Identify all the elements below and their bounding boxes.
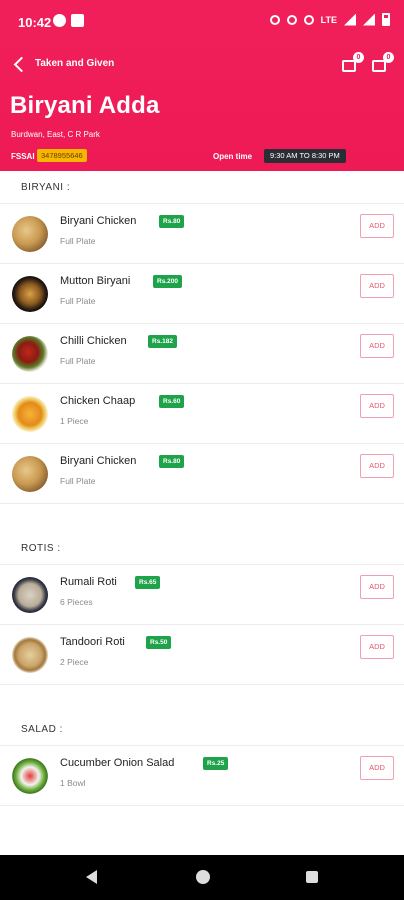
nav-recents-icon[interactable] xyxy=(306,871,318,883)
nav-home-icon[interactable] xyxy=(196,870,210,884)
rumali-roti-image xyxy=(12,577,48,613)
tandoori-roti-image xyxy=(12,637,48,673)
signal-icon xyxy=(344,13,356,26)
fssai-badge: 3478955646 xyxy=(37,149,87,162)
wifi-call-icon xyxy=(286,14,297,25)
chat-icon[interactable]: 0 xyxy=(342,52,364,72)
item-description: Full Plate xyxy=(60,296,96,306)
restaurant-name: Biryani Adda xyxy=(10,92,160,119)
menu-item: Rumali Roti Rs.65 6 Pieces ADD xyxy=(0,565,404,625)
chat-badge: 0 xyxy=(353,52,364,63)
menu-item: Biryani Chicken Rs.80 Full Plate ADD xyxy=(0,204,404,264)
network-type: LTE xyxy=(320,14,337,25)
item-name: Biryani Chicken xyxy=(60,215,137,227)
item-name: Chilli Chicken xyxy=(60,335,127,347)
battery-icon xyxy=(382,13,390,26)
price-badge: Rs.80 xyxy=(159,215,185,228)
item-description: Full Plate xyxy=(60,356,96,366)
chicken-chaap-image xyxy=(12,396,48,432)
menu-item: Mutton Biryani Rs.200 Full Plate ADD xyxy=(0,264,404,324)
nav-back-icon[interactable] xyxy=(86,870,97,884)
add-button[interactable]: ADD xyxy=(360,334,394,358)
menu-item: Biryani Chicken Rs.80 Full Plate ADD xyxy=(0,444,404,504)
item-description: Full Plate xyxy=(60,236,96,246)
salad-image xyxy=(12,758,48,794)
item-name: Mutton Biryani xyxy=(60,275,131,287)
open-time-label: Open time xyxy=(213,152,253,161)
nav-title: Taken and Given xyxy=(35,58,115,69)
add-button[interactable]: ADD xyxy=(360,274,394,298)
mutton-biryani-image xyxy=(12,276,48,312)
price-badge: Rs.65 xyxy=(135,576,161,589)
status-time: 10:42 xyxy=(18,15,52,30)
fssai-label: FSSAI xyxy=(11,152,35,161)
add-button[interactable]: ADD xyxy=(360,454,394,478)
system-nav-bar xyxy=(0,855,404,900)
message-icon xyxy=(71,14,84,27)
open-time-badge: 9:30 AM TO 8:30 PM xyxy=(264,149,346,163)
system-icons: LTE xyxy=(269,13,390,26)
item-description: Full Plate xyxy=(60,476,96,486)
menu-item: Cucumber Onion Salad Rs.25 1 Bowl ADD xyxy=(0,746,404,806)
item-name: Tandoori Roti xyxy=(60,636,125,648)
add-button[interactable]: ADD xyxy=(360,635,394,659)
add-button[interactable]: ADD xyxy=(360,394,394,418)
signal-icon-2 xyxy=(363,13,375,26)
add-button[interactable]: ADD xyxy=(360,214,394,238)
phone-icon xyxy=(53,14,66,27)
price-badge: Rs.25 xyxy=(203,757,229,770)
section-title: ROTIS : xyxy=(0,532,404,565)
menu-item: Tandoori Roti Rs.50 2 Piece ADD xyxy=(0,625,404,685)
notification-icons xyxy=(53,14,84,27)
hotspot-icon xyxy=(303,14,314,25)
price-badge: Rs.50 xyxy=(146,636,172,649)
item-name: Chicken Chaap xyxy=(60,395,136,407)
item-name: Rumali Roti xyxy=(60,576,117,588)
section-title: SALAD : xyxy=(0,713,404,746)
biryani-chicken-image xyxy=(12,456,48,492)
price-badge: Rs.60 xyxy=(159,395,185,408)
chilli-chicken-image xyxy=(12,336,48,372)
cart-badge: 0 xyxy=(383,52,394,63)
section-title: BIRYANI : xyxy=(0,171,404,204)
back-arrow-icon[interactable] xyxy=(12,56,28,74)
status-bar: 10:42 LTE xyxy=(0,0,404,44)
item-name: Biryani Chicken xyxy=(60,455,137,467)
item-description: 2 Piece xyxy=(60,657,89,667)
add-button[interactable]: ADD xyxy=(360,756,394,780)
price-badge: Rs.80 xyxy=(159,455,185,468)
menu-item: Chilli Chicken Rs.182 Full Plate ADD xyxy=(0,324,404,384)
item-description: 6 Pieces xyxy=(60,597,93,607)
price-badge: Rs.200 xyxy=(153,275,182,288)
menu-item: Chicken Chaap Rs.60 1 Piece ADD xyxy=(0,384,404,444)
item-description: 1 Bowl xyxy=(60,778,86,788)
price-badge: Rs.182 xyxy=(148,335,177,348)
item-description: 1 Piece xyxy=(60,416,89,426)
bluetooth-icon xyxy=(269,14,280,25)
restaurant-header: 10:42 LTE Taken and Given 0 0 Biryani Ad… xyxy=(0,0,404,171)
add-button[interactable]: ADD xyxy=(360,575,394,599)
biryani-chicken-image xyxy=(12,216,48,252)
item-name: Cucumber Onion Salad xyxy=(60,757,175,769)
cart-icon[interactable]: 0 xyxy=(372,52,394,72)
restaurant-address: Burdwan, East, C R Park xyxy=(11,130,100,139)
menu-list: BIRYANI : Biryani Chicken Rs.80 Full Plate A… xyxy=(0,171,404,806)
